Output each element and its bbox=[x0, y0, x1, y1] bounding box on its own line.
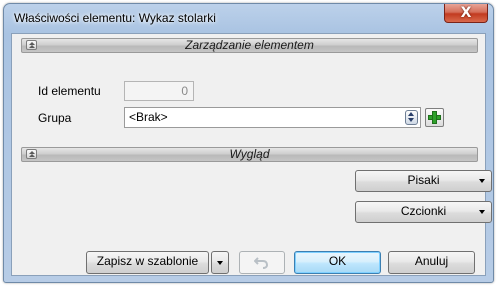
undo-button bbox=[239, 251, 285, 274]
fonts-label: Czcionki bbox=[400, 204, 447, 218]
group-value: <Brak> bbox=[129, 110, 168, 124]
save-template-button[interactable]: Zapisz w szablonie bbox=[86, 251, 209, 274]
dialog-body: Zarządzanie elementem Id elementu 0 Grup… bbox=[11, 33, 492, 276]
properties-dialog: Właściwości elementu: Wykaz stolarki X Z… bbox=[3, 3, 494, 283]
group-label: Grupa bbox=[38, 111, 72, 125]
section-header-management[interactable]: Zarządzanie elementem bbox=[21, 38, 478, 53]
ok-label: OK bbox=[328, 254, 347, 268]
close-icon: X bbox=[460, 5, 472, 21]
close-button[interactable]: X bbox=[444, 4, 488, 23]
window-title: Właściwości elementu: Wykaz stolarki bbox=[14, 11, 216, 25]
ok-button[interactable]: OK bbox=[294, 251, 381, 274]
pens-dropdown-button[interactable]: Pisaki bbox=[355, 170, 492, 192]
dropdown-arrow-icon bbox=[217, 261, 223, 265]
title-bar[interactable]: Właściwości elementu: Wykaz stolarki X bbox=[4, 4, 493, 32]
save-template-label: Zapisz w szablonie bbox=[96, 254, 199, 268]
section-title-appearance: Wygląd bbox=[229, 147, 270, 161]
fonts-dropdown-button[interactable]: Czcionki bbox=[355, 201, 492, 223]
id-label: Id elementu bbox=[38, 84, 101, 98]
add-group-button[interactable] bbox=[425, 108, 444, 127]
cancel-label: Anuluj bbox=[414, 254, 449, 268]
dropdown-arrow-icon bbox=[479, 179, 485, 183]
spin-icon[interactable] bbox=[405, 110, 418, 125]
save-template-menu-button[interactable] bbox=[211, 251, 229, 274]
group-select[interactable]: <Brak> bbox=[124, 107, 421, 128]
id-input: 0 bbox=[124, 81, 194, 101]
undo-icon bbox=[254, 257, 269, 269]
section-title-management: Zarządzanie elementem bbox=[185, 38, 314, 52]
pens-label: Pisaki bbox=[407, 173, 440, 187]
section-header-appearance[interactable]: Wygląd bbox=[21, 147, 478, 162]
cancel-button[interactable]: Anuluj bbox=[388, 251, 475, 274]
dropdown-arrow-icon bbox=[479, 210, 485, 214]
